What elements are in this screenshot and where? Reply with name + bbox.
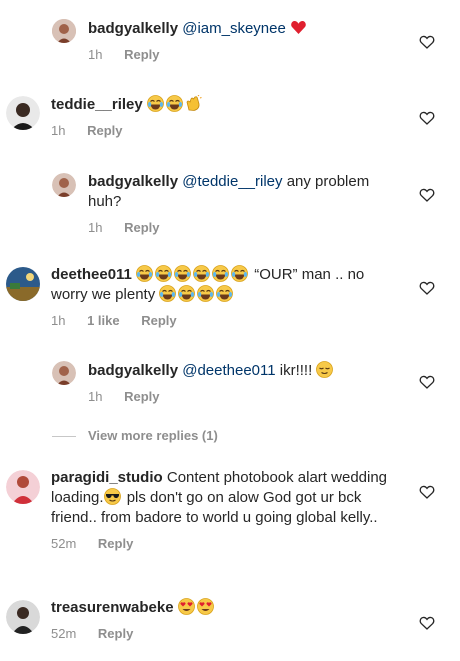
tears-of-joy-emoji [146, 95, 166, 113]
heart-outline-icon[interactable] [419, 280, 435, 296]
comment-time: 52m [51, 626, 77, 641]
comment-text: ikr!!!! [279, 362, 313, 379]
comment-time: 52m [51, 536, 77, 551]
mention-link[interactable]: @deethee011 [182, 362, 275, 379]
divider-line [52, 436, 76, 438]
avatar[interactable] [52, 173, 76, 197]
comment-username[interactable]: badgyalkelly [88, 362, 178, 379]
mention-link[interactable]: @teddie__riley [182, 173, 282, 190]
comment-time: 1h [88, 47, 103, 62]
comment-username[interactable]: treasurenwabeke [51, 599, 174, 616]
tears-of-joy-emoji [216, 285, 235, 303]
tears-of-joy-emoji [212, 265, 231, 283]
reply-button[interactable]: Reply [87, 123, 122, 138]
tears-of-joy-emoji [178, 285, 197, 303]
tears-of-joy-emoji [197, 285, 216, 303]
heart-outline-icon[interactable] [419, 374, 435, 390]
heart-eyes-emoji [196, 598, 216, 616]
tears-of-joy-emoji [159, 285, 178, 303]
tears-of-joy-emoji [155, 265, 174, 283]
comment-time: 1h [88, 389, 103, 404]
reply-button[interactable]: Reply [124, 220, 159, 235]
heart-eyes-emoji [177, 598, 197, 616]
heart-outline-icon[interactable] [419, 615, 435, 631]
comment-time: 1h [88, 220, 103, 235]
avatar[interactable] [6, 600, 40, 634]
comment-time: 1h [51, 313, 66, 328]
heart-outline-icon[interactable] [419, 34, 435, 50]
view-more-label: View more replies (1) [88, 428, 218, 443]
heart-outline-icon[interactable] [419, 110, 435, 126]
comment-username[interactable]: deethee011 [51, 266, 132, 283]
comment-username[interactable]: teddie__riley [51, 96, 143, 113]
like-count[interactable]: 1 like [87, 313, 120, 328]
heart-outline-icon[interactable] [419, 484, 435, 500]
reply-button[interactable]: Reply [98, 626, 133, 641]
reply-button[interactable]: Reply [124, 47, 159, 62]
tears-of-joy-emoji [193, 265, 212, 283]
clapping-hands-emoji [185, 95, 204, 113]
tears-of-joy-emoji [136, 265, 155, 283]
avatar[interactable] [52, 361, 76, 385]
view-more-replies-button[interactable]: View more replies (1) [52, 428, 218, 443]
avatar[interactable] [6, 267, 40, 301]
tears-of-joy-emoji [231, 265, 250, 283]
mention-link[interactable]: @iam_skeynee [182, 20, 286, 37]
avatar[interactable] [6, 96, 40, 130]
reply-button[interactable]: Reply [124, 389, 159, 404]
heart-outline-icon[interactable] [419, 187, 435, 203]
sunglasses-emoji [103, 488, 123, 506]
tears-of-joy-emoji [165, 95, 185, 113]
avatar[interactable] [52, 19, 76, 43]
comment-time: 1h [51, 123, 66, 138]
red-heart-emoji [290, 20, 309, 37]
avatar[interactable] [6, 470, 40, 504]
relieved-face-emoji [316, 361, 335, 379]
comment-username[interactable]: paragidi_studio [51, 469, 163, 486]
reply-button[interactable]: Reply [141, 313, 176, 328]
reply-button[interactable]: Reply [98, 536, 133, 551]
comment-username[interactable]: badgyalkelly [88, 173, 178, 190]
tears-of-joy-emoji [174, 265, 193, 283]
comment-username[interactable]: badgyalkelly [88, 20, 178, 37]
